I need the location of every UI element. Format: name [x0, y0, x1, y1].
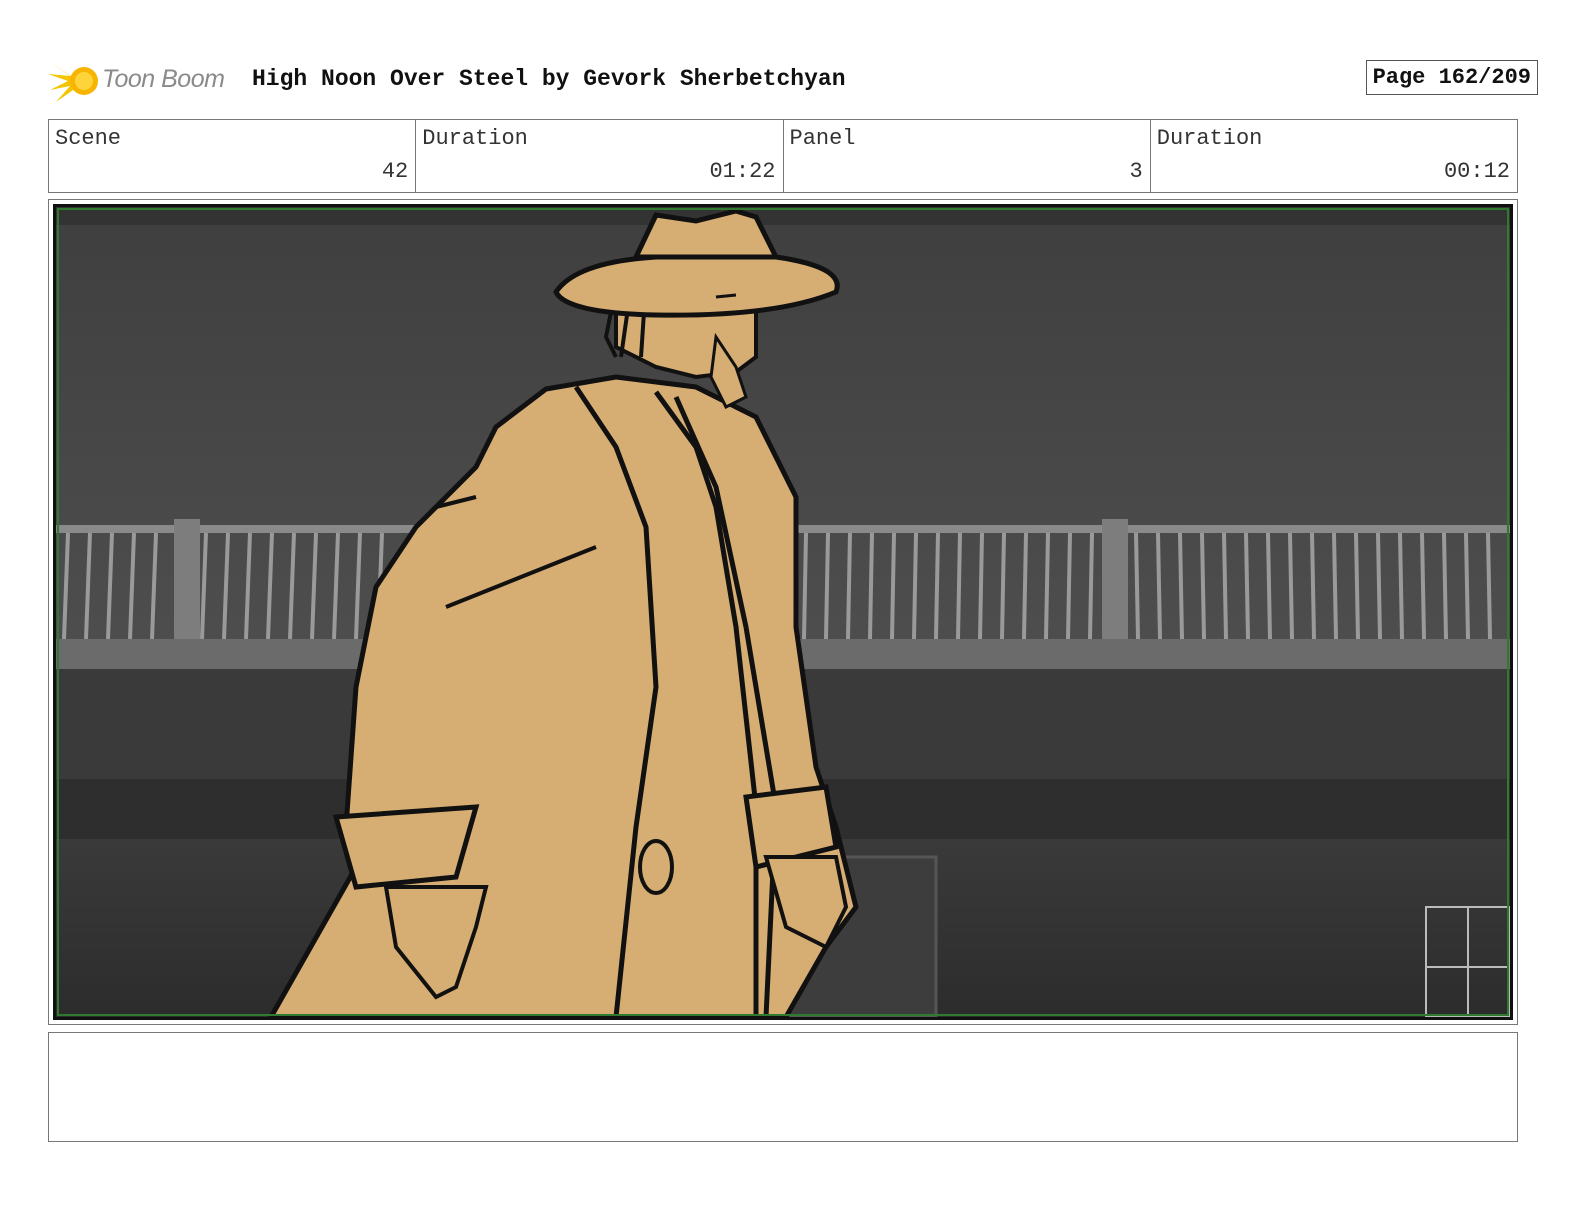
storyboard-title: High Noon Over Steel by Gevork Sherbetch… — [252, 66, 846, 92]
logo-text: Toon Boom — [102, 65, 225, 93]
toon-boom-logo: Toon Boom — [48, 56, 238, 106]
panel-artwork — [53, 204, 1513, 1020]
panel-duration-value: 00:12 — [1443, 159, 1510, 184]
panel-label: Panel — [789, 126, 856, 151]
scene-info-table: Scene 42 Duration 01:22 Panel 3 Duration… — [48, 119, 1518, 193]
panel-notes-box — [48, 1032, 1518, 1142]
panel-duration-label: Duration — [1156, 126, 1263, 151]
panel-value: 3 — [1129, 159, 1143, 184]
page-number: Page 162/209 — [1365, 60, 1538, 95]
scene-duration-value: 01:22 — [709, 159, 776, 184]
cowboy-illustration — [56, 207, 1510, 1017]
panel-duration-cell: Duration 00:12 — [1151, 120, 1517, 192]
scene-duration-cell: Duration 01:22 — [416, 120, 784, 192]
scene-cell: Scene 42 — [49, 120, 417, 192]
storyboard-panel-frame — [48, 199, 1518, 1025]
starburst-icon — [48, 62, 98, 102]
scene-duration-label: Duration — [422, 126, 528, 151]
scene-label: Scene — [55, 126, 122, 151]
panel-cell: Panel 3 — [784, 120, 1151, 192]
scene-value: 42 — [381, 159, 409, 184]
page-header: Toon Boom High Noon Over Steel by Gevork… — [48, 56, 1538, 106]
